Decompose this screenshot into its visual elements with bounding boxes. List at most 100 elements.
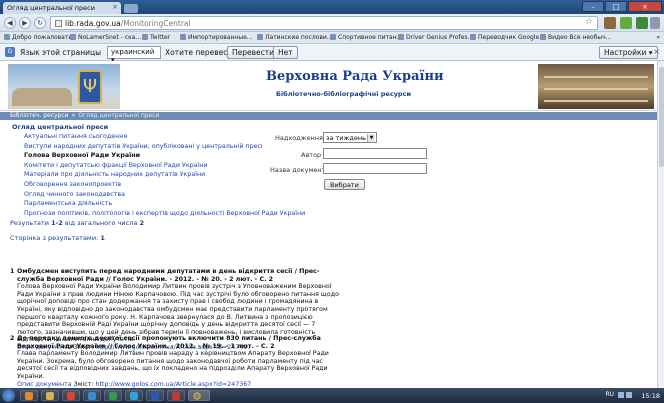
building-shape (12, 88, 72, 106)
chevron-down-icon[interactable]: ▼ (367, 134, 375, 142)
bookmark-item[interactable]: Импортированные... (180, 34, 253, 41)
forward-button[interactable]: ▶ (19, 17, 31, 29)
category-link-active[interactable]: Голова Верховної Ради України (24, 151, 305, 161)
result-item: 2 До порядку денного десятої сесії пропо… (10, 335, 340, 388)
app-icon (25, 392, 33, 400)
translate-button[interactable]: Перевести (227, 46, 280, 59)
bookmark-item[interactable]: Спортивное питан... (330, 34, 402, 41)
bookmarks-overflow-icon[interactable]: » (656, 34, 660, 41)
bookmark-item[interactable]: Twitter (142, 34, 170, 41)
translate-infobar: G Язык этой страницы украинский ▾ Хотите… (0, 44, 664, 64)
taskbar-app[interactable] (20, 390, 38, 401)
doc-title-label: Назва документа (270, 166, 330, 174)
bookmarks-bar: Добро пожаловать NoLamerSnet - скa... Tw… (0, 32, 664, 44)
parliament-building-image: Ψ (8, 64, 120, 109)
start-button[interactable] (2, 389, 15, 402)
taskbar-app[interactable] (83, 390, 101, 401)
period-label: Надходження (275, 134, 323, 142)
taskbar-app[interactable] (104, 390, 122, 401)
word-icon (151, 392, 159, 400)
result-number: 1 (10, 268, 15, 275)
clock[interactable]: 15:18 (641, 392, 660, 400)
language-indicator[interactable]: RU (605, 391, 614, 398)
chrome-icon (193, 392, 201, 400)
taskbar-app[interactable] (125, 390, 143, 401)
section-title[interactable]: Огляд центральної преси (12, 123, 108, 131)
result-title: Омбудсмен виступить перед народними депу… (17, 268, 320, 283)
scrollbar-thumb[interactable] (659, 67, 664, 167)
breadcrumb: Бібліотеч. ресурси» Огляд центральної пре… (0, 112, 657, 120)
bookmark-item[interactable]: Driver Genius Profes... (398, 34, 473, 41)
category-link[interactable]: Комітети і депутатські фракції Верховної… (24, 161, 305, 171)
library-image (538, 64, 654, 109)
category-link[interactable]: Огляд чинного законодавства (24, 190, 305, 200)
article-url-link[interactable]: http://www.golos.com.ua/Article.aspx?id=… (95, 381, 251, 388)
doc-description-link[interactable]: Опис документа (17, 381, 72, 388)
period-select[interactable]: за тиждень ▼ (323, 132, 377, 143)
bookmark-item[interactable]: NoLamerSnet - скa... (70, 34, 141, 41)
results-count: Результати 1-2 від загального числа 2 (10, 219, 144, 227)
translate-icon: G (5, 47, 15, 57)
app-icon (172, 392, 180, 400)
category-link[interactable]: Актуальні питання сьогодення (24, 132, 305, 142)
doc-title-input[interactable] (323, 163, 427, 174)
bookmark-item[interactable]: Добро пожаловать (4, 34, 72, 41)
page-scrollbar[interactable] (657, 61, 664, 388)
page-language-select[interactable]: украинский ▾ (107, 46, 161, 64)
result-title: До порядку денного десятої сесії пропону… (17, 335, 321, 350)
tray-icon[interactable] (618, 392, 624, 398)
address-bar[interactable]: lib.rada.gov.ua/MonitoringCentral ☆ (50, 16, 598, 30)
extension-icon[interactable] (636, 17, 648, 29)
back-button[interactable]: ◀ (4, 17, 16, 29)
translate-settings-button[interactable]: Настройки ▾ (599, 46, 658, 59)
category-link[interactable]: Виступи народних депутатів України, опуб… (24, 142, 305, 152)
extension-icon[interactable] (604, 17, 616, 29)
tab-active[interactable]: Огляд центральної преси × (3, 2, 121, 14)
period-value: за тиждень (326, 134, 366, 142)
taskbar-app-chrome[interactable] (188, 390, 210, 401)
bookmark-item[interactable]: Видео Все необыч... (540, 34, 611, 41)
tab-close-icon[interactable]: × (112, 3, 118, 11)
wrench-menu-icon[interactable] (650, 17, 660, 29)
taskbar-app[interactable] (146, 390, 164, 401)
pages-label: Сторінка з результатами: (10, 234, 101, 242)
bookmark-item[interactable]: Переводчик Google (470, 34, 539, 41)
no-translate-button[interactable]: Нет (273, 46, 298, 59)
results-total: 2 (139, 219, 144, 227)
category-link[interactable]: Матеріали про діяльність народних депута… (24, 170, 305, 180)
tray-icon[interactable] (626, 392, 632, 398)
site-subtitle: Бібліотечно-бібліографічні ресурси (276, 90, 411, 98)
pagination: Сторінка з результатами: 1 (10, 234, 105, 242)
taskbar-app[interactable] (41, 390, 59, 401)
category-link[interactable]: Прогнози політиків, політологів і експер… (24, 209, 305, 219)
minimize-button[interactable]: – (582, 1, 604, 12)
category-link[interactable]: Парламентська діяльність (24, 199, 305, 209)
app-icon (88, 392, 96, 400)
taskbar-app[interactable] (167, 390, 185, 401)
category-nav: Актуальні питання сьогодення Виступи нар… (24, 132, 305, 218)
author-label: Автор (301, 151, 322, 159)
breadcrumb-separator: » (71, 112, 76, 119)
site-title[interactable]: Верховна Рада України (266, 69, 444, 84)
skype-icon (130, 392, 138, 400)
bookmark-item[interactable]: Латинские послови... (257, 34, 332, 41)
category-link[interactable]: Обговорення законопроектів (24, 180, 305, 190)
bookmark-star-icon[interactable]: ☆ (585, 17, 593, 27)
new-tab-button[interactable] (124, 4, 138, 13)
os-taskbar: RU 15:18 (0, 388, 664, 403)
select-button[interactable]: Вибрати (324, 179, 365, 190)
reload-button[interactable]: ↻ (34, 17, 46, 29)
result-abstract: Глава парламенту Володимир Литвин провів… (17, 350, 329, 380)
coat-of-arms-icon: Ψ (78, 70, 102, 104)
author-input[interactable] (323, 148, 427, 159)
breadcrumb-root[interactable]: Бібліотеч. ресурси (10, 112, 69, 119)
close-window-button[interactable]: × (628, 1, 662, 12)
extension-icon[interactable] (620, 17, 632, 29)
maximize-button[interactable]: □ (605, 1, 627, 12)
breadcrumb-current[interactable]: Огляд центральної преси (78, 112, 159, 119)
page-link[interactable]: 1 (100, 234, 105, 242)
result-number: 2 (10, 335, 15, 342)
taskbar-app[interactable] (62, 390, 80, 401)
close-icon[interactable]: × (653, 47, 660, 56)
app-icon (109, 392, 117, 400)
